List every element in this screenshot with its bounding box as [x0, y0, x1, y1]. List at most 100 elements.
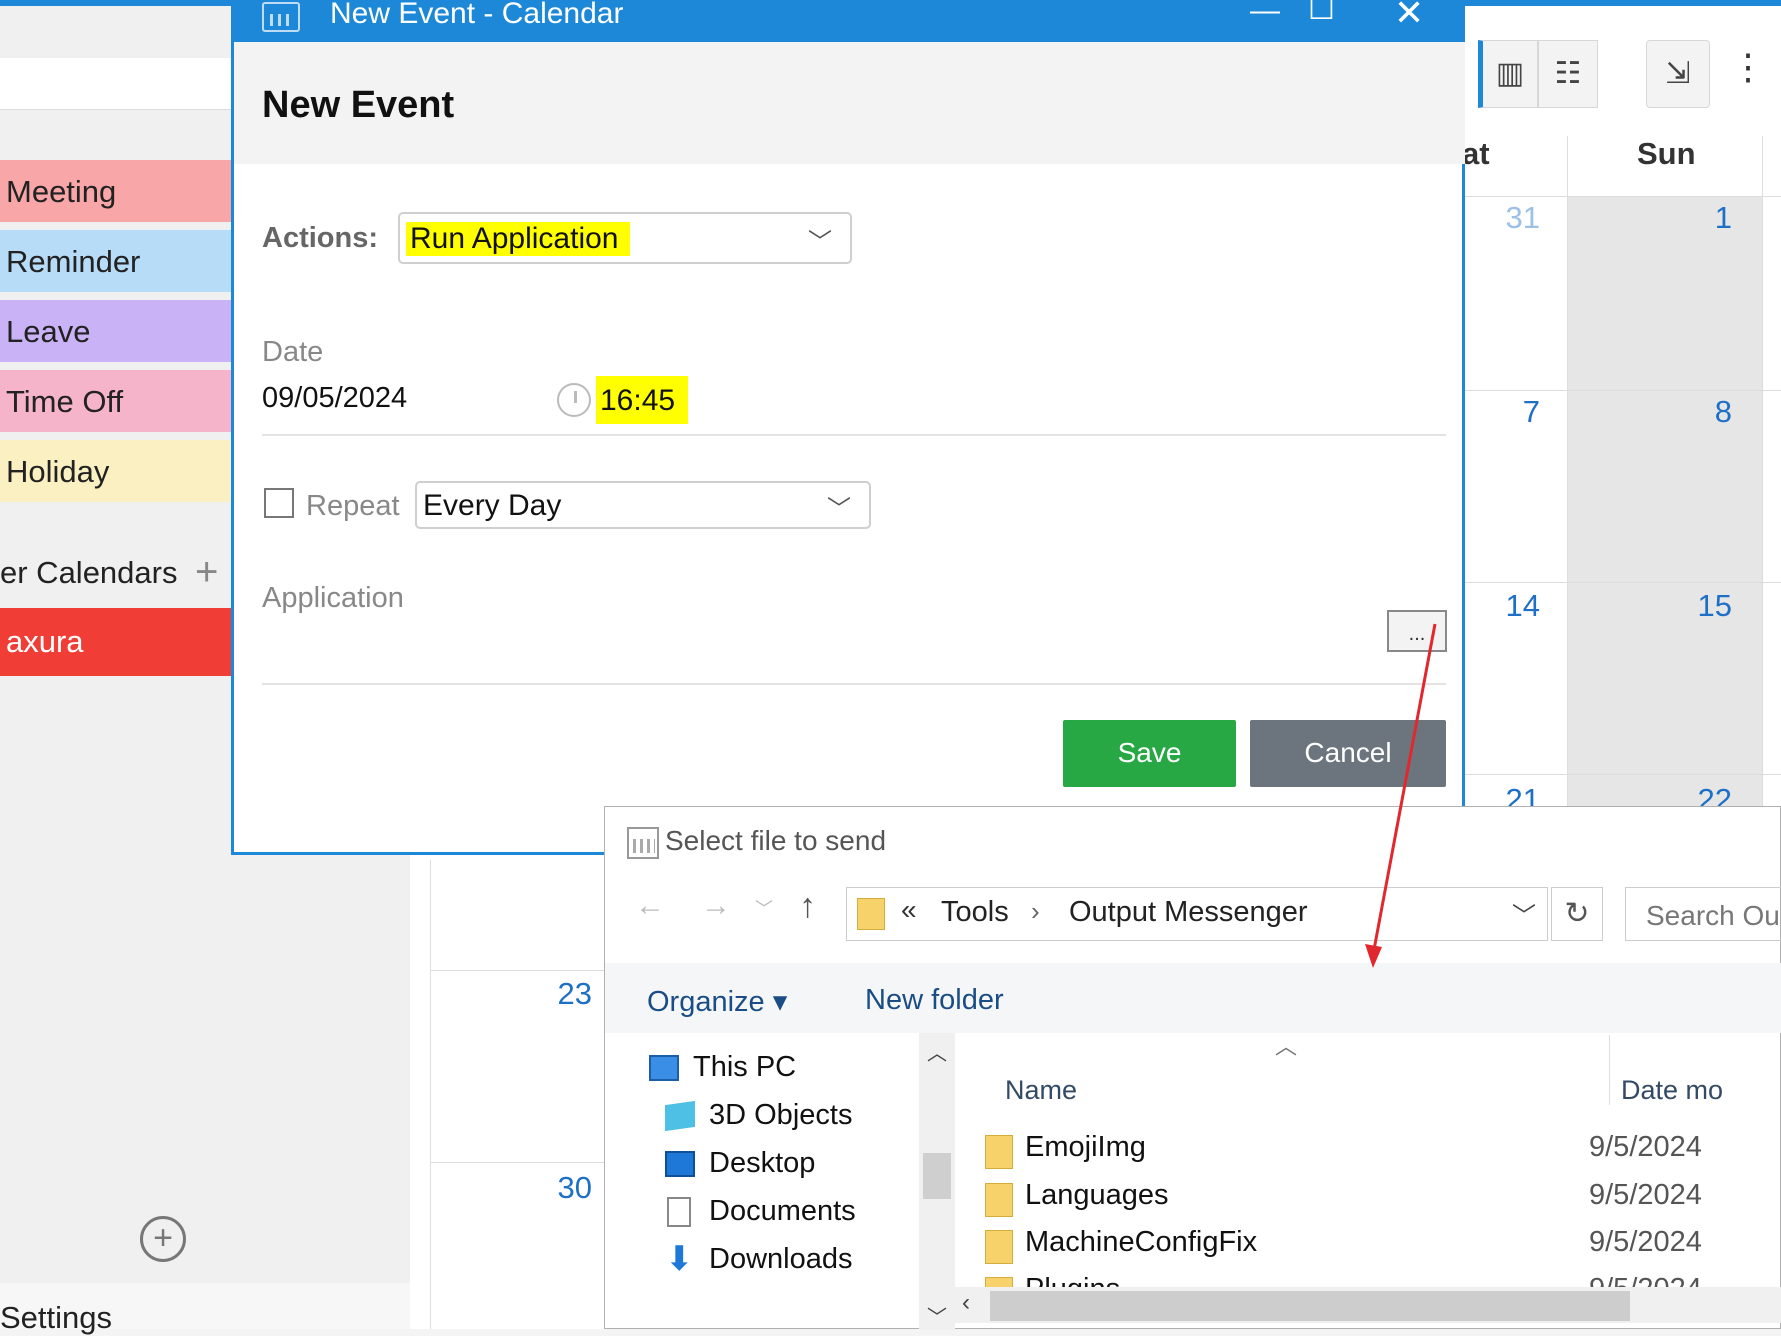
- calendar-item-axura[interactable]: axura: [0, 608, 235, 676]
- search-input[interactable]: Search Ou: [1625, 887, 1781, 941]
- file-name: Languages: [1025, 1179, 1169, 1211]
- time-field[interactable]: 16:45: [596, 376, 688, 424]
- sunday-column: [1567, 196, 1762, 806]
- folder-icon: [857, 898, 885, 930]
- chevron-down-icon: ﹀: [827, 496, 851, 523]
- application-label: Application: [262, 582, 404, 614]
- forward-arrow-icon[interactable]: →: [701, 889, 731, 923]
- date-cell[interactable]: 15: [1672, 588, 1732, 624]
- date-field[interactable]: 09/05/2024: [262, 382, 407, 415]
- repeat-label: Repeat: [306, 490, 400, 522]
- tree-item-label: This PC: [693, 1051, 797, 1083]
- computer-icon: [649, 1055, 679, 1081]
- browse-button[interactable]: ...: [1387, 610, 1447, 652]
- actions-label: Actions:: [262, 222, 378, 254]
- settings-link[interactable]: Settings: [0, 1283, 410, 1335]
- grid-line: [1567, 136, 1568, 826]
- more-icon[interactable]: ⋮: [1730, 46, 1766, 88]
- file-row[interactable]: Languages 9/5/2024: [985, 1179, 1781, 1225]
- file-date: 9/5/2024: [1589, 1179, 1702, 1211]
- organize-button[interactable]: Organize ▾: [647, 984, 787, 1019]
- scrollbar-thumb[interactable]: [990, 1291, 1630, 1321]
- navigation-scrollbar[interactable]: ︿ ﹀: [919, 1033, 955, 1330]
- category-holiday[interactable]: Holiday: [0, 440, 235, 502]
- column-header-name[interactable]: Name: [1005, 1075, 1077, 1106]
- horizontal-scrollbar[interactable]: ‹: [954, 1287, 1781, 1323]
- sidebar-search-field[interactable]: [0, 58, 235, 110]
- folder-icon: [985, 1230, 1013, 1264]
- breadcrumb-separator[interactable]: ›: [1031, 896, 1040, 927]
- scroll-down-icon[interactable]: ﹀: [927, 1301, 947, 1330]
- date-cell[interactable]: 31: [1480, 200, 1540, 236]
- chevron-down-icon[interactable]: ﹀: [1512, 896, 1536, 931]
- desktop-icon: [665, 1151, 695, 1177]
- category-meeting[interactable]: Meeting: [0, 160, 235, 222]
- date-cell[interactable]: 7: [1480, 394, 1540, 430]
- new-folder-button[interactable]: New folder: [865, 984, 1004, 1017]
- calendar-icon: [262, 2, 300, 32]
- scrollbar-thumb[interactable]: [923, 1153, 951, 1199]
- category-leave[interactable]: Leave: [0, 300, 235, 362]
- file-dialog-toolbar: Organize ▾ New folder: [605, 963, 1781, 1033]
- select-file-dialog: Select file to send ← → ﹀ ↑ « Tools › Ou…: [604, 806, 1781, 1330]
- actions-dropdown[interactable]: Run Application ﹀: [398, 212, 852, 264]
- week-view-icon[interactable]: ▥: [1478, 40, 1538, 108]
- cube-icon: [665, 1100, 695, 1132]
- grid-line: [430, 970, 605, 971]
- grid-line: [430, 860, 431, 1329]
- actions-selected-value: Run Application: [406, 222, 631, 256]
- tree-item-label: Documents: [709, 1195, 856, 1227]
- repeat-checkbox-icon[interactable]: [264, 488, 294, 518]
- other-calendars-heading: er Calendars: [0, 555, 178, 590]
- document-icon: [667, 1197, 691, 1227]
- breadcrumb-overflow[interactable]: «: [901, 894, 917, 926]
- list-view-icon[interactable]: ☷: [1538, 40, 1598, 108]
- refresh-icon[interactable]: ↻: [1551, 887, 1603, 941]
- minimize-icon[interactable]: —: [1250, 0, 1280, 28]
- category-reminder[interactable]: Reminder: [0, 230, 235, 292]
- date-cell[interactable]: 23: [532, 976, 592, 1012]
- file-row[interactable]: EmojiImg 9/5/2024: [985, 1131, 1781, 1177]
- maximize-icon[interactable]: ☐: [1308, 0, 1335, 27]
- up-arrow-icon[interactable]: ↑: [799, 887, 816, 926]
- recent-locations-chevron-icon[interactable]: ﹀: [755, 895, 773, 921]
- breadcrumb-output-messenger[interactable]: Output Messenger: [1069, 896, 1308, 929]
- chevron-down-icon: ﹀: [808, 229, 832, 256]
- file-name: EmojiImg: [1025, 1131, 1146, 1163]
- tree-item-label: 3D Objects: [709, 1099, 853, 1131]
- date-cell[interactable]: 8: [1672, 394, 1732, 430]
- breadcrumb-tools[interactable]: Tools: [941, 896, 1009, 929]
- column-header-date-modified[interactable]: Date mo: [1621, 1075, 1723, 1106]
- date-cell[interactable]: 30: [532, 1170, 592, 1206]
- grid-line: [1465, 774, 1781, 775]
- grid-line: [430, 1162, 605, 1163]
- file-row[interactable]: MachineConfigFix 9/5/2024: [985, 1226, 1781, 1272]
- file-name: MachineConfigFix: [1025, 1226, 1258, 1258]
- date-cell[interactable]: 1: [1672, 200, 1732, 236]
- date-cell[interactable]: 14: [1480, 588, 1540, 624]
- navigation-pane: This PC 3D Objects Desktop Documents ⬇ D…: [605, 1033, 915, 1330]
- dialog-window-title: New Event - Calendar: [330, 0, 624, 30]
- repeat-dropdown[interactable]: Every Day ﹀: [415, 481, 871, 529]
- address-bar[interactable]: « Tools › Output Messenger ﹀: [846, 887, 1548, 941]
- folder-icon: [985, 1135, 1013, 1169]
- add-circle-icon[interactable]: +: [140, 1216, 186, 1262]
- back-arrow-icon[interactable]: ←: [635, 889, 665, 923]
- tree-item-label: Downloads: [709, 1243, 853, 1275]
- dialog-title-bar[interactable]: New Event - Calendar — ☐ ✕: [234, 0, 1465, 42]
- export-icon[interactable]: ⇲: [1646, 40, 1710, 108]
- save-button[interactable]: Save: [1063, 720, 1236, 787]
- add-calendar-icon[interactable]: +: [195, 550, 218, 595]
- scroll-left-icon[interactable]: ‹: [962, 1289, 970, 1317]
- scroll-up-icon[interactable]: ︿: [927, 1037, 947, 1066]
- category-time-off[interactable]: Time Off: [0, 370, 235, 432]
- grid-line: [1465, 390, 1781, 391]
- column-divider[interactable]: [1609, 1035, 1610, 1105]
- cancel-button[interactable]: Cancel: [1250, 720, 1446, 787]
- folder-icon: [985, 1183, 1013, 1217]
- clock-icon[interactable]: [557, 383, 591, 417]
- file-date: 9/5/2024: [1589, 1226, 1702, 1258]
- tree-item-label: Desktop: [709, 1147, 816, 1179]
- close-icon[interactable]: ✕: [1394, 0, 1424, 34]
- divider: [262, 683, 1446, 685]
